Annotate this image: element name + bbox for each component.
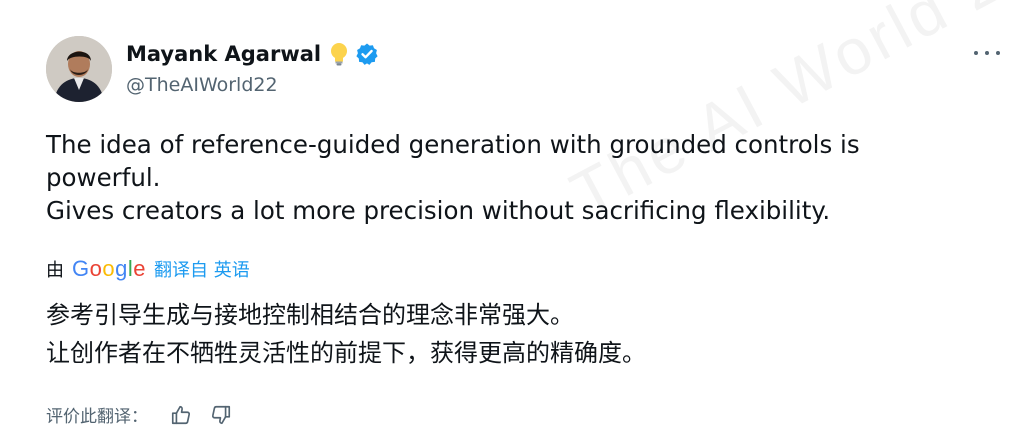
thumbs-down-icon[interactable] — [210, 404, 232, 426]
more-options-icon[interactable] — [974, 46, 1000, 60]
avatar[interactable] — [46, 36, 112, 102]
rate-translation-row: 评价此翻译： — [46, 402, 250, 427]
tweet-text-line: The idea of reference-guided generation … — [46, 130, 860, 192]
translated-text: 参考引导生成与接地控制相结合的理念非常强大。 让创作者在不牺牲灵活性的前提下，获… — [46, 296, 946, 372]
name-row: Mayank Agarwal — [126, 39, 379, 69]
avatar-image — [46, 36, 112, 102]
translated-text-line: 让创作者在不牺牲灵活性的前提下，获得更高的精确度。 — [46, 339, 646, 367]
author-handle[interactable]: @TheAIWorld22 — [126, 74, 379, 96]
more-dot — [996, 51, 1000, 55]
more-dot — [974, 51, 978, 55]
thumbs-up-icon[interactable] — [170, 404, 192, 426]
tweet-header: Mayank Agarwal @TheAIWorld22 — [46, 36, 379, 102]
tweet-text: The idea of reference-guided generation … — [46, 128, 946, 227]
google-logo: Google — [72, 256, 147, 281]
translated-from-link[interactable]: 翻译自 英语 — [154, 256, 250, 282]
author-info: Mayank Agarwal @TheAIWorld22 — [126, 39, 379, 96]
verified-badge-icon[interactable] — [355, 42, 379, 66]
translated-text-line: 参考引导生成与接地控制相结合的理念非常强大。 — [46, 301, 574, 329]
rate-translation-label: 评价此翻译： — [46, 407, 148, 427]
light-bulb-icon — [329, 42, 349, 66]
translation-attribution: 由 Google 翻译自 英语 — [46, 256, 250, 282]
translated-by-label: 由 — [46, 260, 64, 281]
more-dot — [985, 51, 989, 55]
tweet-text-line: Gives creators a lot more precision with… — [46, 196, 831, 225]
author-display-name[interactable]: Mayank Agarwal — [126, 42, 321, 66]
